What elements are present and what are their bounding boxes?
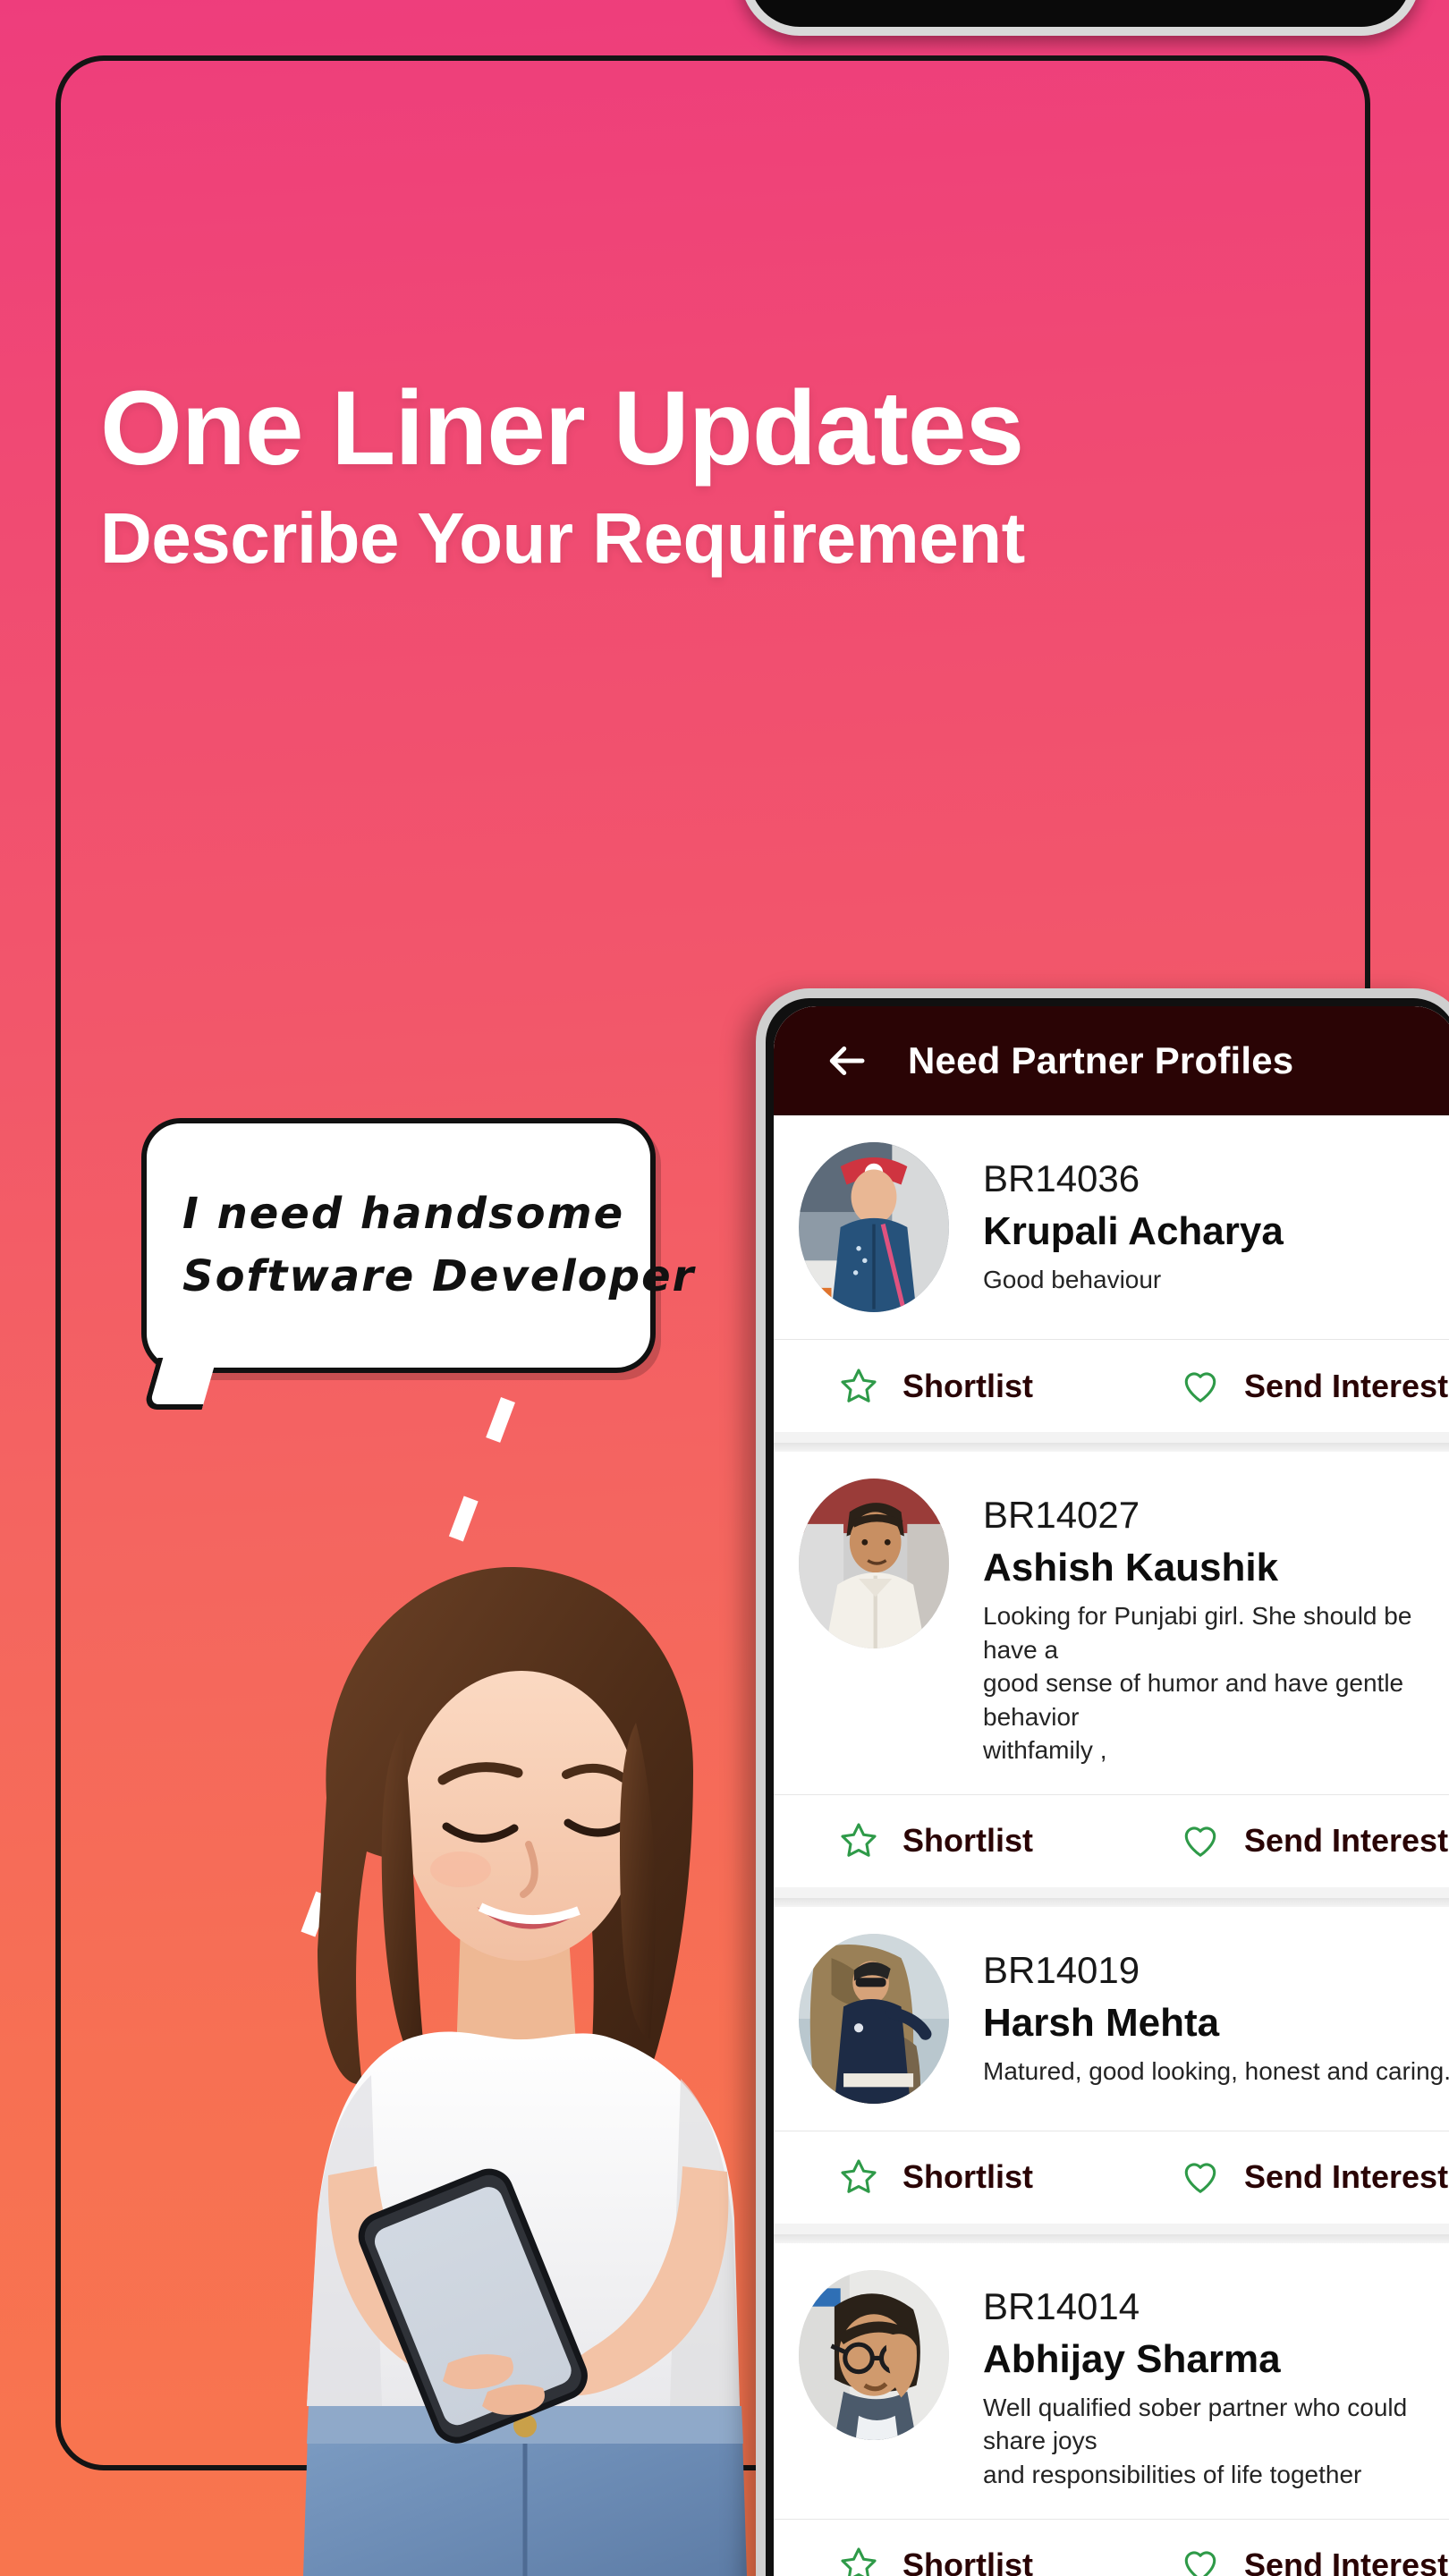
profile-info: BR14027 Ashish Kaushik Looking for Punja… <box>983 1479 1449 1767</box>
headline-secondary: Describe Your Requirement <box>100 498 1025 578</box>
send-interest-button[interactable]: Send Interest <box>1115 1820 1449 1861</box>
profile-description: Looking for Punjabi girl. She should be … <box>983 1602 1412 1765</box>
profile-card[interactable]: BR14014 Abhijay Sharma Well qualified so… <box>774 2242 1449 2576</box>
page-title: One Liner Updates Describe Your Requirem… <box>100 376 1281 581</box>
star-outline-icon <box>841 1823 877 1858</box>
speech-bubble-line-1: I need handsome <box>182 1188 625 1239</box>
profile-card-body: BR14014 Abhijay Sharma Well qualified so… <box>774 2243 1449 2519</box>
profile-actions: Shortlist Send Interest <box>774 2518 1449 2576</box>
heart-outline-icon <box>1184 2551 1216 2576</box>
profile-card[interactable]: BR14036 Krupali Acharya Good behaviour S… <box>774 1115 1449 1432</box>
avatar <box>799 1479 949 1648</box>
profile-card-body: BR14036 Krupali Acharya Good behaviour <box>774 1115 1449 1339</box>
speech-bubble-line-2: Software Developer <box>182 1250 696 1301</box>
profile-id: BR14019 <box>983 1948 1140 1991</box>
profile-description: Matured, good looking, honest and caring… <box>983 2056 1449 2085</box>
app-phone-mockup: Need Partner Profiles BR14036 Krupali Ac… <box>756 988 1449 2576</box>
profile-description: Good behaviour <box>983 1266 1162 1294</box>
heart-outline-icon <box>1184 1371 1216 1402</box>
speech-bubble: I need handsome Software Developer <box>141 1118 696 1373</box>
card-separator <box>774 2233 1449 2243</box>
send-interest-button[interactable]: Send Interest <box>1115 2545 1449 2576</box>
shortlist-label: Shortlist <box>902 1822 1034 1860</box>
shortlist-button[interactable]: Shortlist <box>774 1366 1115 1407</box>
star-outline-icon <box>841 1368 877 1402</box>
profile-list[interactable]: BR14036 Krupali Acharya Good behaviour S… <box>774 1115 1449 2576</box>
woman-with-phone-photo <box>303 1566 747 2576</box>
profile-info: BR14014 Abhijay Sharma Well qualified so… <box>983 2270 1449 2492</box>
profile-name: Abhijay Sharma <box>983 2336 1281 2381</box>
send-interest-label: Send Interest <box>1244 1367 1449 1404</box>
shortlist-label: Shortlist <box>902 1367 1034 1404</box>
avatar <box>799 2269 949 2440</box>
shortlist-button[interactable]: Shortlist <box>774 2545 1115 2576</box>
profile-card[interactable]: BR14027 Ashish Kaushik Looking for Punja… <box>774 1452 1449 1887</box>
shortlist-button[interactable]: Shortlist <box>774 1820 1115 1861</box>
send-interest-label: Send Interest <box>1244 2546 1449 2576</box>
profile-description: Well qualified sober partner who could s… <box>983 2393 1408 2488</box>
heart-outline-icon <box>1184 1826 1216 1858</box>
profile-actions: Shortlist Send Interest <box>774 2130 1449 2224</box>
profile-actions: Shortlist Send Interest <box>774 1793 1449 1887</box>
send-interest-label: Send Interest <box>1244 2158 1449 2196</box>
profile-name: Krupali Acharya <box>983 1209 1284 1254</box>
app-header-title: Need Partner Profiles <box>908 1039 1294 1081</box>
profile-card-body: BR14027 Ashish Kaushik Looking for Punja… <box>774 1452 1449 1794</box>
arrow-left-icon[interactable] <box>822 1037 870 1085</box>
avatar <box>799 1933 949 2104</box>
profile-card-body: BR14019 Harsh Mehta Matured, good lookin… <box>774 1907 1449 2131</box>
profile-id: BR14014 <box>983 2284 1140 2327</box>
star-outline-icon <box>841 2159 877 2194</box>
profile-id: BR14027 <box>983 1494 1140 1536</box>
heart-outline-icon <box>1184 2163 1216 2194</box>
send-interest-label: Send Interest <box>1244 1822 1449 1860</box>
top-phone-mockup <box>741 0 1420 36</box>
profile-name: Ashish Kaushik <box>983 1546 1279 1590</box>
profile-card[interactable]: BR14019 Harsh Mehta Matured, good lookin… <box>774 1906 1449 2224</box>
app-screen: Need Partner Profiles BR14036 Krupali Ac… <box>774 1006 1449 2576</box>
headline-primary: One Liner Updates <box>100 369 1024 487</box>
profile-id: BR14036 <box>983 1157 1140 1199</box>
shortlist-label: Shortlist <box>902 2546 1034 2576</box>
profile-actions: Shortlist Send Interest <box>774 1339 1449 1432</box>
send-interest-button[interactable]: Send Interest <box>1115 2157 1449 2198</box>
avatar <box>799 1142 949 1312</box>
star-outline-icon <box>841 2547 877 2576</box>
card-separator <box>774 1443 1449 1452</box>
card-separator <box>774 1897 1449 1907</box>
profile-info: BR14036 Krupali Acharya Good behaviour <box>983 1142 1449 1297</box>
shortlist-label: Shortlist <box>902 2158 1034 2196</box>
profile-name: Harsh Mehta <box>983 2000 1220 2045</box>
app-header-bar: Need Partner Profiles <box>774 1006 1449 1115</box>
send-interest-button[interactable]: Send Interest <box>1115 1366 1449 1407</box>
shortlist-button[interactable]: Shortlist <box>774 2157 1115 2198</box>
profile-info: BR14019 Harsh Mehta Matured, good lookin… <box>983 1934 1449 2089</box>
